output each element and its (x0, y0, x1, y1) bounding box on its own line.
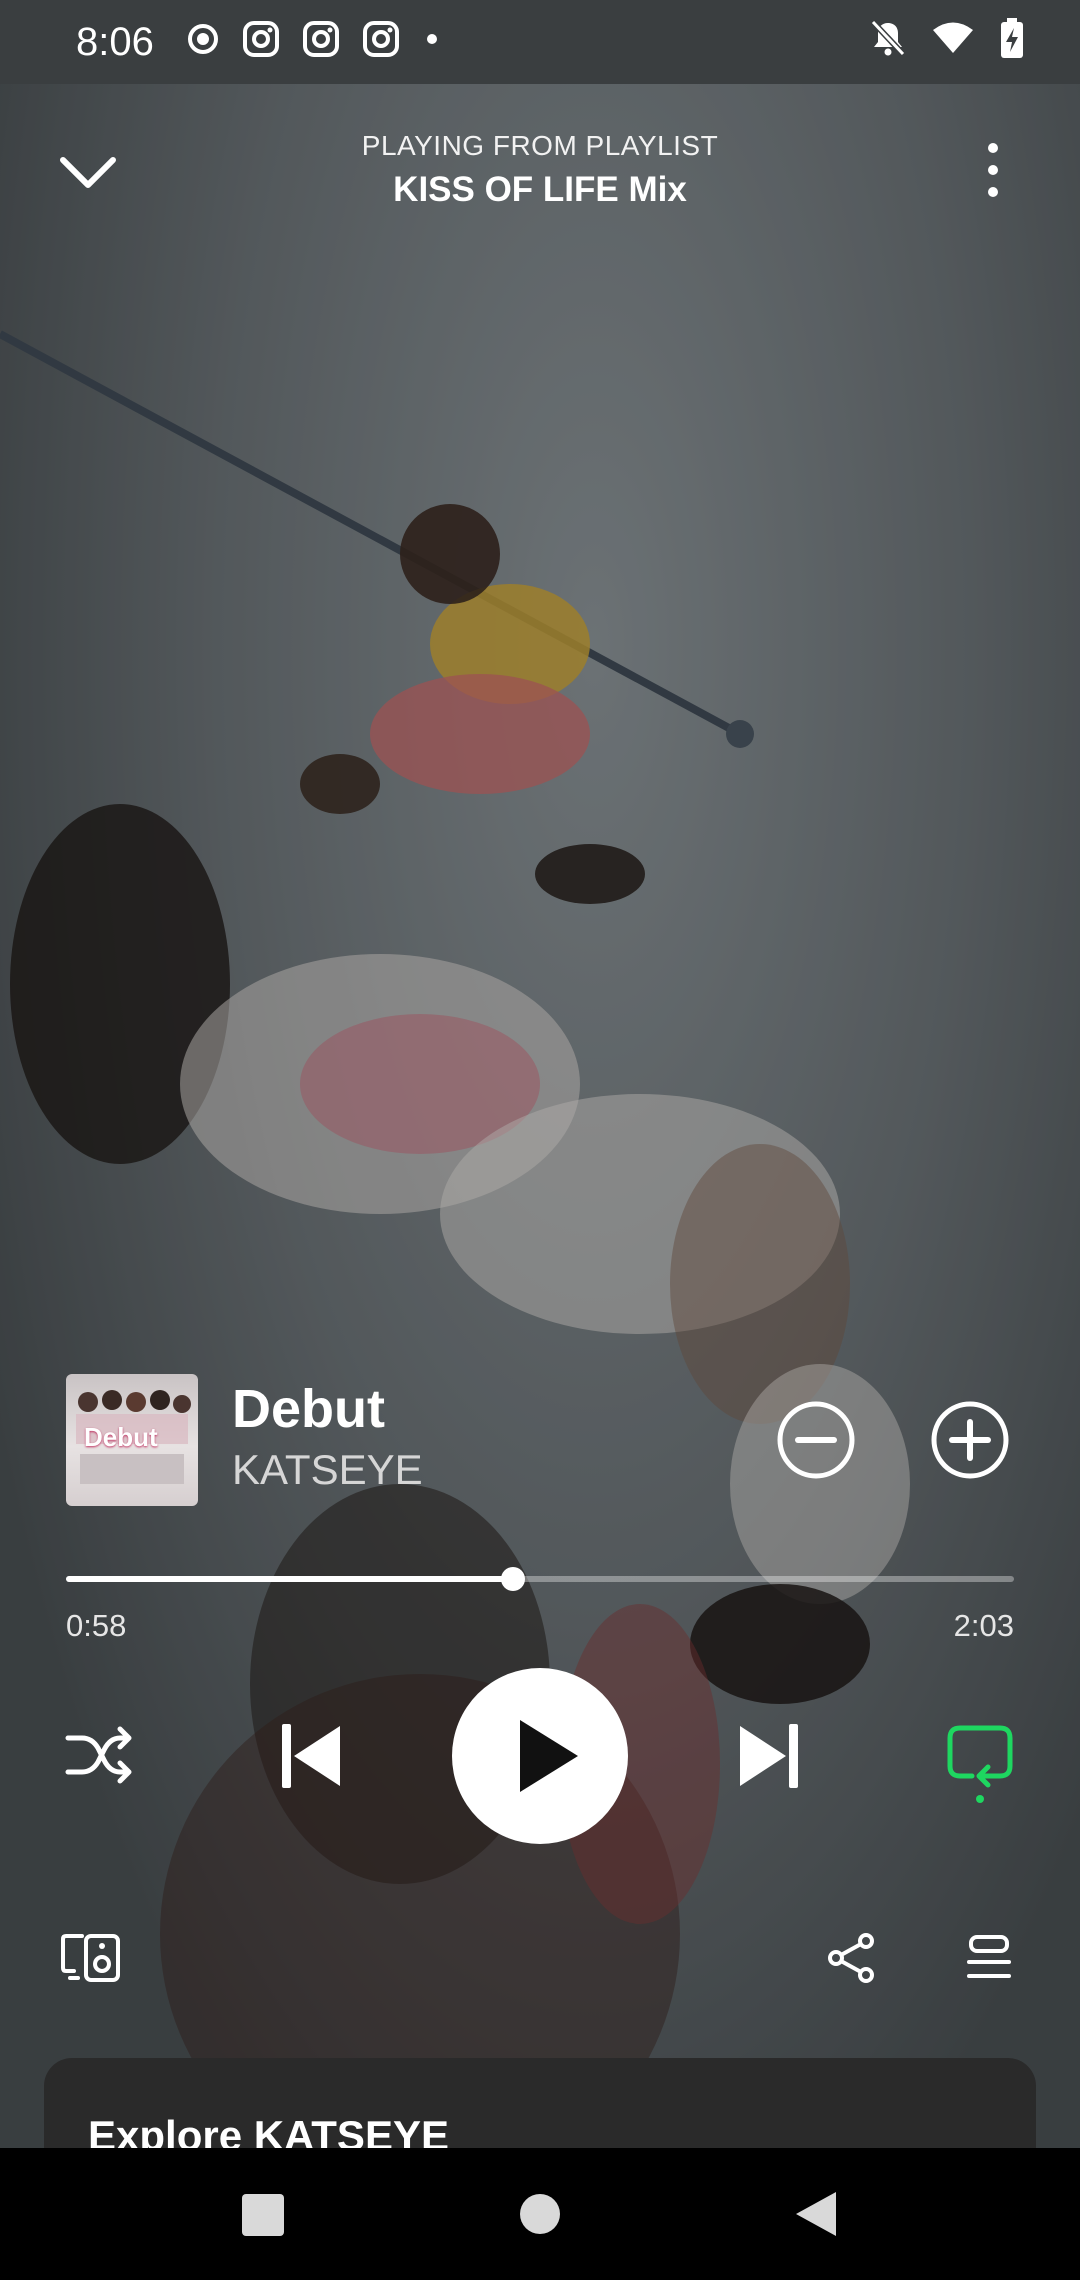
system-icons (870, 18, 1024, 58)
home-icon[interactable] (518, 2192, 562, 2236)
recents-icon[interactable] (240, 2192, 286, 2238)
now-playing-screen: 8:06 PLAYING FROM PLAYLIST KISS OF LIFE … (0, 0, 1080, 2148)
album-thumbnail[interactable]: Debut (66, 1374, 198, 1506)
album-art-text: Debut (84, 1422, 158, 1452)
wifi-icon (933, 22, 973, 53)
navigation-bar (0, 2148, 1080, 2280)
bell-off-icon (870, 19, 906, 57)
connect-device-icon[interactable] (60, 1932, 122, 1984)
repeat-icon[interactable] (946, 1722, 1014, 1804)
status-bar: 8:06 (0, 0, 1080, 84)
play-icon (520, 1720, 578, 1792)
more-options-icon[interactable] (975, 140, 1011, 204)
dot-icon (427, 34, 437, 44)
next-track-icon[interactable] (736, 1720, 802, 1792)
shuffle-icon[interactable] (64, 1724, 134, 1786)
progress-fill (66, 1576, 514, 1582)
explore-title: Explore KATSEYE (88, 2112, 449, 2148)
add-circle-icon[interactable] (930, 1400, 1010, 1480)
instagram-icon (243, 21, 279, 57)
status-time: 8:06 (76, 20, 154, 64)
instagram-icon (363, 21, 399, 57)
progress-bar[interactable] (66, 1567, 1014, 1591)
share-icon[interactable] (826, 1932, 876, 1984)
record-icon (188, 24, 218, 54)
battery-charging-icon (1001, 18, 1023, 58)
elapsed-time: 0:58 (66, 1608, 127, 1643)
playing-from-label: PLAYING FROM PLAYLIST (361, 130, 719, 161)
instagram-icon (303, 21, 339, 57)
back-icon[interactable] (794, 2190, 838, 2238)
previous-track-icon[interactable] (278, 1720, 344, 1792)
notification-icons (186, 20, 442, 58)
queue-icon[interactable] (966, 1934, 1012, 1982)
total-time: 2:03 (953, 1608, 1014, 1643)
explore-artist-card[interactable]: Explore KATSEYE (44, 2058, 1036, 2148)
song-title[interactable]: Debut (232, 1378, 385, 1440)
artist-name[interactable]: KATSEYE (232, 1446, 423, 1494)
play-button[interactable] (452, 1668, 628, 1844)
playlist-title[interactable]: KISS OF LIFE Mix (0, 170, 1080, 210)
remove-circle-icon[interactable] (776, 1400, 856, 1480)
